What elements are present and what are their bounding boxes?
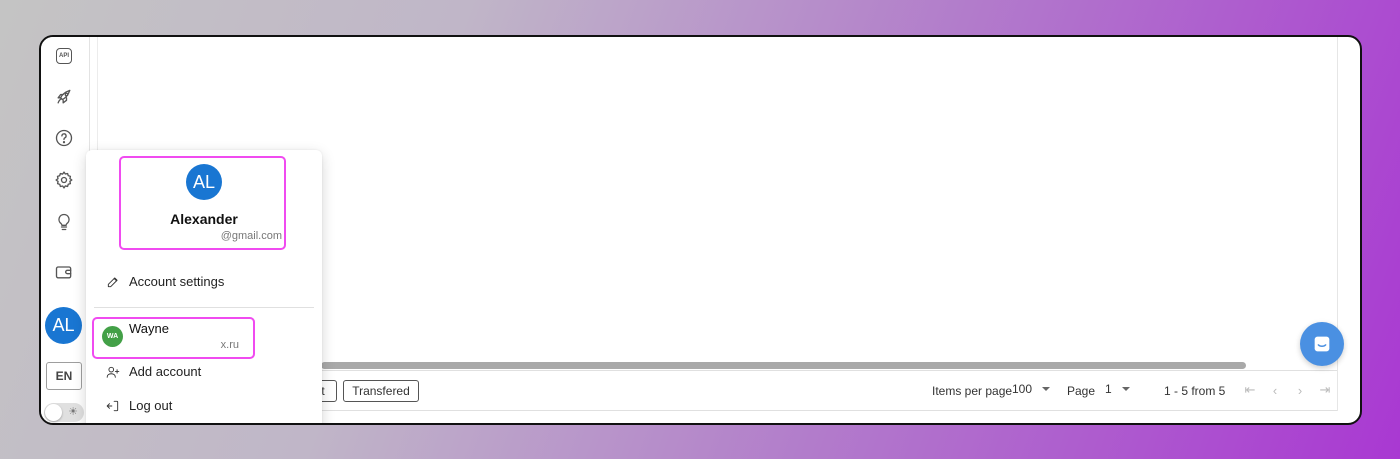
rocket-icon[interactable] — [53, 86, 75, 108]
last-page-icon[interactable]: ⇥ — [1317, 382, 1333, 398]
help-icon[interactable] — [53, 127, 75, 149]
profile-name: Alexander — [170, 211, 238, 227]
lightbulb-icon[interactable] — [53, 211, 75, 233]
menu-divider — [94, 307, 314, 308]
logout-icon — [106, 400, 119, 411]
sidebar-rail: API AL EN ☀ — [41, 37, 91, 423]
filter-chip-transfered[interactable]: Transfered — [343, 380, 419, 402]
account-email: x.ru — [220, 339, 239, 351]
edit-icon — [107, 276, 118, 287]
next-page-icon[interactable]: › — [1292, 382, 1308, 398]
page-select[interactable]: 1 — [1105, 382, 1130, 396]
chevron-down-icon — [1121, 387, 1130, 391]
account-name: Wayne — [129, 321, 169, 336]
account-settings-item[interactable]: Account settings — [106, 274, 224, 289]
profile-avatar: AL — [186, 164, 222, 200]
user-avatar[interactable]: AL — [45, 307, 82, 344]
account-settings-label: Account settings — [129, 274, 225, 289]
wallet-icon[interactable] — [53, 261, 75, 283]
prev-page-icon[interactable]: ‹ — [1267, 382, 1283, 398]
log-out-label: Log out — [129, 398, 173, 413]
chat-icon[interactable] — [1300, 322, 1344, 366]
chevron-down-icon — [1042, 387, 1051, 391]
app-window: API AL EN ☀ t Transfered Items per page — [39, 35, 1362, 425]
account-menu: AL Alexander @gmail.com Account settings… — [86, 150, 322, 423]
sun-icon: ☀ — [68, 406, 78, 418]
horizontal-scrollbar[interactable] — [321, 362, 1321, 369]
items-per-page-value: 100 — [1012, 382, 1033, 396]
gear-icon[interactable] — [53, 169, 75, 191]
range-text: 1 - 5 from 5 — [1164, 384, 1226, 398]
items-per-page-label: Items per page — [932, 384, 1013, 398]
profile-email: @gmail.com — [220, 230, 282, 242]
api-icon[interactable]: API — [53, 45, 75, 67]
add-user-icon — [106, 366, 120, 378]
first-page-icon[interactable]: ⇤ — [1242, 382, 1258, 398]
language-button[interactable]: EN — [46, 362, 82, 390]
page-value: 1 — [1105, 382, 1112, 396]
log-out-item[interactable]: Log out — [106, 398, 172, 413]
add-account-label: Add account — [129, 364, 202, 379]
toggle-knob — [45, 404, 62, 421]
theme-toggle[interactable]: ☀ — [44, 403, 84, 422]
add-account-item[interactable]: Add account — [106, 364, 201, 379]
items-per-page-select[interactable]: 100 — [1012, 382, 1051, 396]
scrollbar-thumb[interactable] — [321, 362, 1246, 369]
account-avatar: WA — [102, 326, 123, 347]
page-label: Page — [1067, 384, 1096, 398]
